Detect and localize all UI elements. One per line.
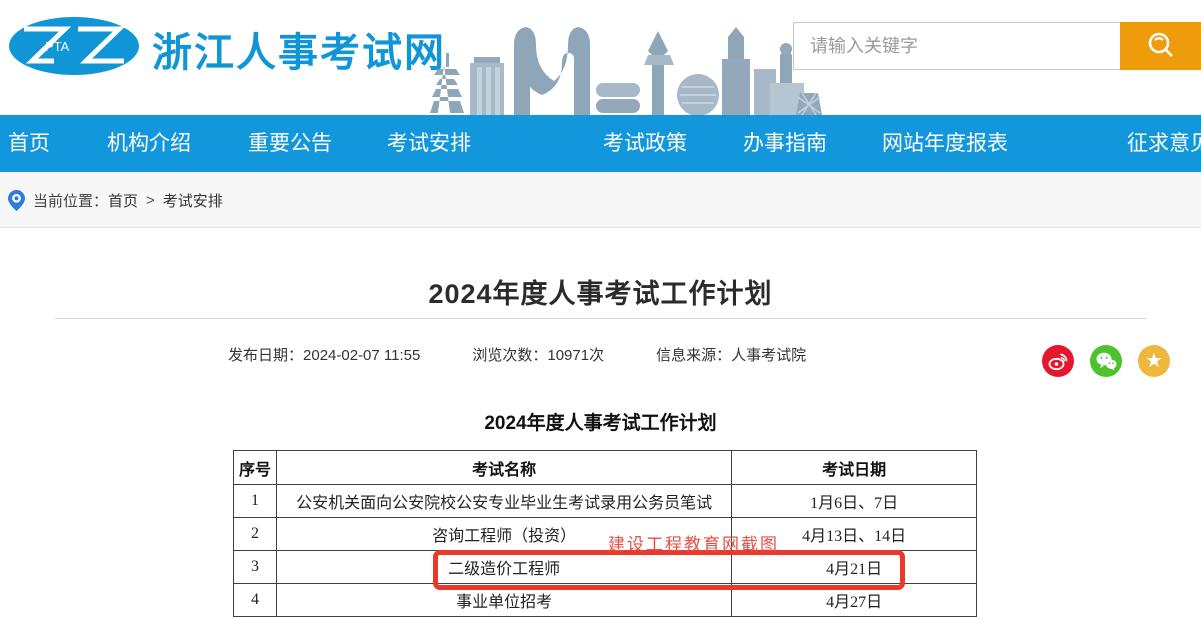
magnifier-icon: [1146, 31, 1176, 61]
article-title: 2024年度人事考试工作计划: [0, 272, 1201, 311]
info-source: 信息来源：人事考试院: [656, 344, 806, 365]
cell-seq: 1: [234, 485, 277, 518]
breadcrumb-home-link[interactable]: 首页: [108, 190, 138, 211]
cell-date: 4月13日、14日: [732, 518, 977, 551]
cell-seq: 3: [234, 551, 277, 584]
table-row: 1 公安机关面向公安院校公安专业毕业生考试录用公务员笔试 1月6日、7日: [234, 485, 977, 518]
view-count: 浏览次数：10971次: [472, 344, 604, 365]
cell-name: 公安机关面向公安院校公安专业毕业生考试录用公务员笔试: [276, 485, 731, 518]
site-title: 浙江人事考试网: [152, 20, 446, 78]
cell-seq: 4: [234, 584, 277, 617]
search-bar: [793, 22, 1201, 70]
page: PTA 浙江人事考试网: [0, 0, 1201, 617]
wechat-icon: [1096, 352, 1117, 371]
search-button[interactable]: [1120, 22, 1201, 70]
logo-pta-text: PTA: [45, 39, 70, 54]
breadcrumb: 当前位置： 首页 > 考试安排: [8, 172, 223, 228]
nav-item-schedule[interactable]: 考试安排: [387, 115, 471, 172]
weibo-icon: [1048, 351, 1068, 371]
publish-date-value: 2024-02-07 11:55: [303, 347, 420, 364]
weibo-share-button[interactable]: [1042, 345, 1074, 377]
table-title: 2024年度人事考试工作计划: [0, 408, 1201, 435]
breadcrumb-label: 当前位置：: [33, 190, 108, 211]
search-input[interactable]: [793, 22, 1120, 70]
nav-item-guide[interactable]: 办事指南: [743, 115, 827, 172]
table-row-highlighted: 3 二级造价工程师 4月21日: [234, 551, 977, 584]
breadcrumb-current-link[interactable]: 考试安排: [163, 190, 223, 211]
city-skyline-illustration: [430, 25, 822, 115]
table-row: 4 事业单位招考 4月27日: [234, 584, 977, 617]
cell-date: 4月21日: [732, 551, 977, 584]
table-row: 2 咨询工程师（投资） 4月13日、14日: [234, 518, 977, 551]
site-header: PTA 浙江人事考试网: [0, 0, 1201, 115]
info-source-label: 信息来源：: [656, 347, 731, 364]
cell-name: 二级造价工程师: [276, 551, 731, 584]
exam-plan-table: 序号 考试名称 考试日期 1 公安机关面向公安院校公安专业毕业生考试录用公务员笔…: [233, 450, 977, 617]
publish-date-label: 发布日期：: [228, 347, 303, 364]
header-name: 考试名称: [276, 451, 731, 485]
nav-item-about[interactable]: 机构介绍: [107, 115, 191, 172]
nav-item-reports[interactable]: 网站年度报表: [882, 115, 1008, 172]
header-date: 考试日期: [732, 451, 977, 485]
breadcrumb-bar: 当前位置： 首页 > 考试安排: [0, 172, 1201, 228]
cell-name: 咨询工程师（投资）: [276, 518, 731, 551]
table-header-row: 序号 考试名称 考试日期: [234, 451, 977, 485]
main-nav: 首页 机构介绍 重要公告 考试安排 考试政策 办事指南 网站年度报表 征求意见: [0, 115, 1201, 172]
nav-item-notices[interactable]: 重要公告: [248, 115, 332, 172]
nav-item-home[interactable]: 首页: [8, 115, 50, 172]
nav-item-feedback[interactable]: 征求意见: [1127, 115, 1201, 172]
cell-date: 4月27日: [732, 584, 977, 617]
info-source-value: 人事考试院: [731, 347, 806, 364]
qzone-star-icon: ★: [1145, 351, 1163, 371]
header-seq: 序号: [234, 451, 277, 485]
location-pin-icon: [8, 190, 25, 211]
wechat-share-button[interactable]: [1090, 345, 1122, 377]
view-count-label: 浏览次数：: [472, 347, 547, 364]
cell-seq: 2: [234, 518, 277, 551]
title-divider: [55, 318, 1146, 319]
view-count-value: 10971次: [547, 347, 604, 364]
share-buttons: ★: [1042, 345, 1170, 377]
article-meta: 发布日期：2024-02-07 11:55 浏览次数：10971次 信息来源：人…: [228, 344, 806, 365]
site-logo[interactable]: PTA: [8, 16, 140, 76]
cell-date: 1月6日、7日: [732, 485, 977, 518]
publish-date: 发布日期：2024-02-07 11:55: [228, 344, 420, 365]
breadcrumb-separator: >: [146, 192, 155, 209]
nav-item-policy[interactable]: 考试政策: [603, 115, 687, 172]
qzone-share-button[interactable]: ★: [1138, 345, 1170, 377]
cell-name: 事业单位招考: [276, 584, 731, 617]
